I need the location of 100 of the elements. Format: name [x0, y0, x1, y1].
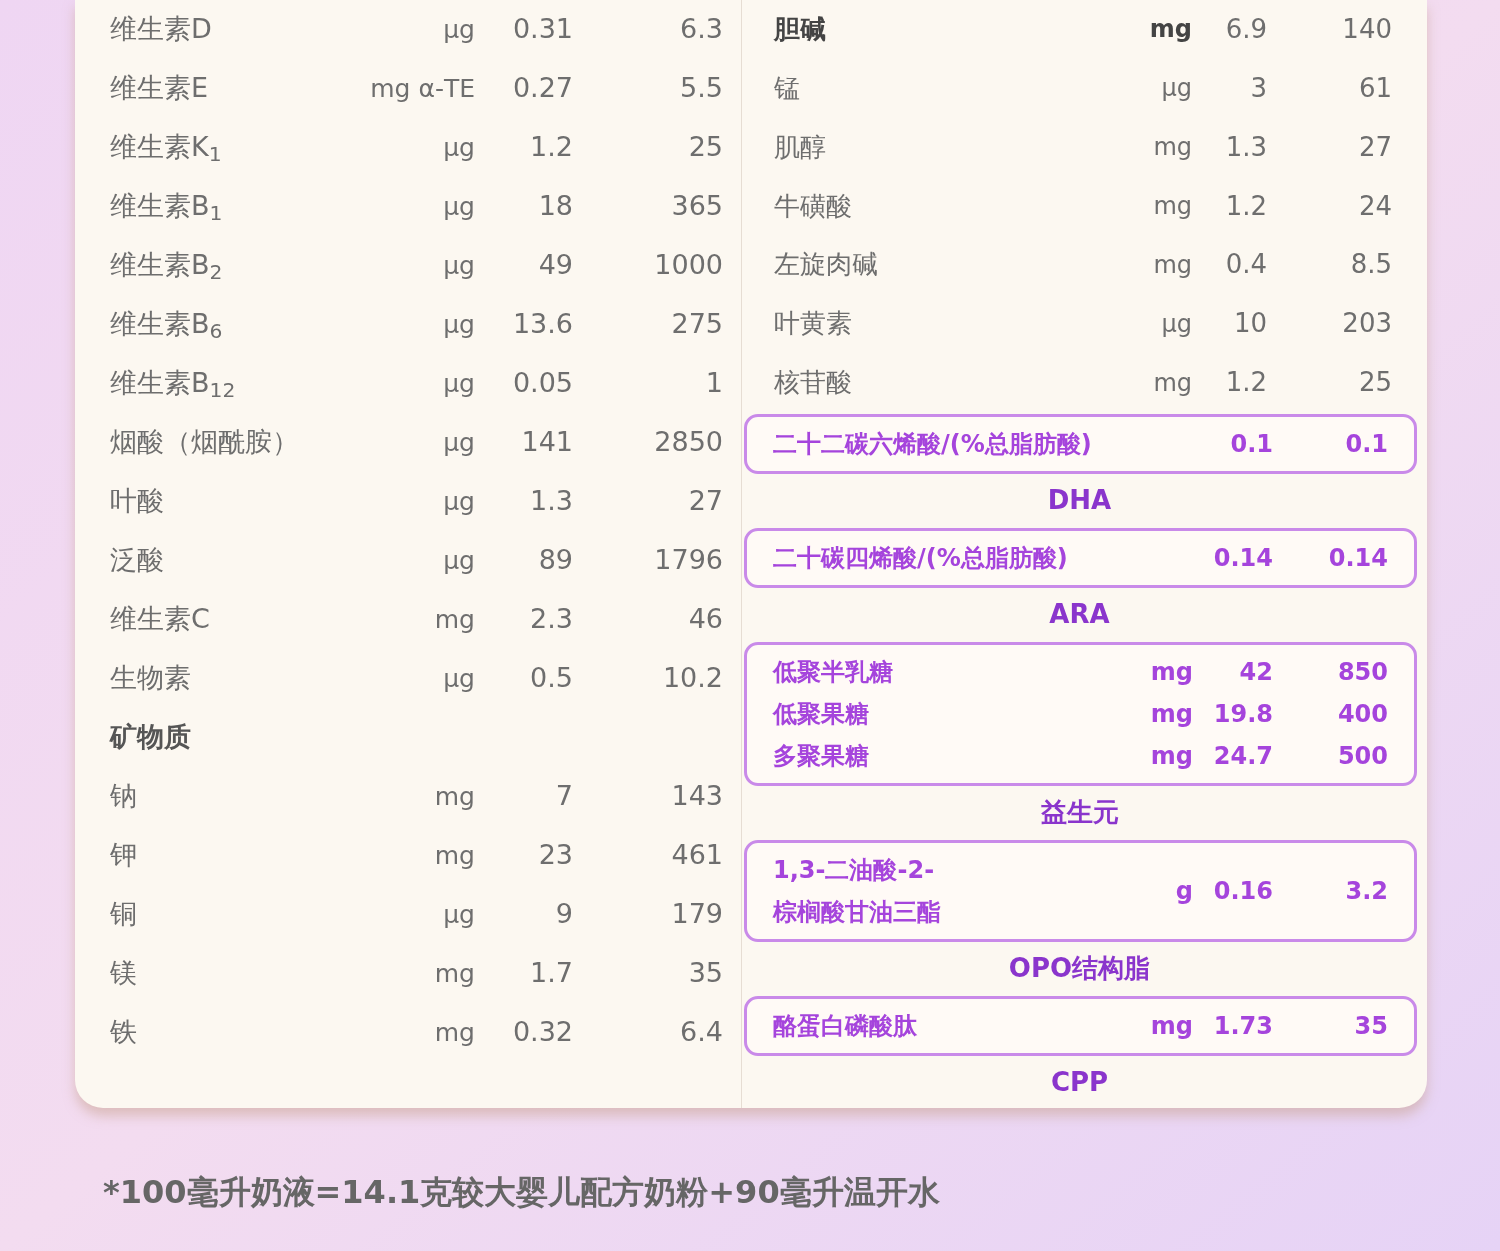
nutrient-name: 维生素B$_{1}$	[110, 189, 224, 227]
unit-cell-text: mg	[1149, 699, 1193, 730]
nutrient-name: 二十二碳六烯酸/(%总脂肪酸)	[773, 429, 1093, 460]
unit-cell-text: μg	[442, 426, 475, 459]
unit-cell-text: μg	[442, 367, 475, 400]
nutrient-name: 酪蛋白磷酸肽	[773, 1011, 918, 1042]
value-cell-text: 1.2	[529, 130, 573, 165]
value-cell-text: 2.3	[529, 602, 573, 637]
value-cell-text: 0.27	[511, 71, 573, 106]
value-cell-text: 0.16	[1212, 876, 1273, 907]
nutrient-name: 烟酸（烟酰胺）	[110, 425, 300, 460]
unit-cell-text: mg	[1152, 132, 1192, 164]
value-cell-text: 0.32	[511, 1015, 573, 1050]
nutrient-name: 维生素C	[110, 602, 211, 637]
unit-cell-text: μg	[1160, 308, 1192, 340]
value-cell-text: 3	[1249, 71, 1267, 105]
unit-cell-text: μg	[442, 662, 475, 695]
unit-cell-text: g	[1174, 876, 1193, 907]
value-cell-text: 1.3	[529, 484, 573, 519]
nutrient-name: 低聚果糖	[773, 699, 870, 730]
nutrient-name: 低聚半乳糖	[773, 657, 894, 688]
value-cell-text: 179	[670, 897, 723, 932]
value-cell-text: 0.5	[529, 661, 573, 696]
value-cell-text: 365	[670, 189, 723, 224]
value-cell-text: 1	[704, 366, 723, 401]
nutrient-name: 肌醇	[774, 130, 827, 164]
value-cell-text: 5.5	[679, 71, 723, 106]
unit-cell-text: mg	[1149, 1011, 1193, 1042]
value-cell-text: 24	[1357, 189, 1392, 223]
value-cell-text: 18	[537, 189, 573, 224]
value-cell-text: 9	[554, 897, 573, 932]
value-cell-text: 141	[520, 425, 573, 460]
value-cell-text: 49	[537, 248, 573, 283]
value-cell-text: 10	[1232, 307, 1267, 341]
value-cell-text: 0.14	[1212, 543, 1273, 574]
value-cell-text: 42	[1238, 657, 1273, 688]
value-cell-text: 7	[554, 779, 573, 814]
value-cell-text: 27	[687, 484, 723, 519]
value-cell-text: 275	[670, 307, 723, 342]
group-label: DHA	[1047, 483, 1112, 517]
nutrient-name: 牛磺酸	[774, 189, 853, 223]
unit-cell-text: μg	[442, 13, 475, 46]
value-cell-text: 1.2	[1224, 189, 1267, 223]
unit-cell-text: μg	[442, 308, 475, 341]
group-label: CPP	[1050, 1065, 1109, 1099]
value-cell-text: 143	[670, 779, 723, 814]
nutrient-name: 锰	[774, 71, 801, 105]
value-cell-text: 19.8	[1212, 699, 1273, 730]
value-cell-text: 6.4	[679, 1015, 723, 1050]
nutrient-name: 钠	[110, 779, 138, 814]
value-cell-text: 1.73	[1212, 1011, 1273, 1042]
nutrient-name: 维生素K$_{1}$	[110, 130, 223, 168]
value-cell-text: 0.4	[1224, 248, 1267, 282]
value-cell-text: 35	[687, 956, 723, 991]
value-cell-text: 25	[687, 130, 723, 165]
value-cell-text: 89	[537, 543, 573, 578]
nutrient-name: 维生素B$_{12}$	[110, 366, 237, 404]
footnote: *100毫升奶液=14.1克较大婴儿配方奶粉+90毫升温开水	[103, 1173, 940, 1211]
value-cell-text: 35	[1353, 1011, 1388, 1042]
unit-cell-text: mg	[433, 957, 475, 990]
nutrient-name: 左旋肉碱	[774, 248, 879, 282]
nutrient-name: 叶黄素	[774, 307, 853, 341]
unit-cell-text: μg	[442, 249, 475, 282]
unit-cell-text: mg	[433, 839, 475, 872]
unit-cell-text: μg	[442, 898, 475, 931]
value-cell-text: 46	[687, 602, 723, 637]
nutrient-name: 叶酸	[110, 484, 165, 519]
value-cell-text: 6.9	[1224, 12, 1267, 46]
nutrient-name: 镁	[110, 956, 138, 991]
unit-cell-text: mg	[1152, 367, 1192, 399]
unit-cell-text: mg	[1148, 14, 1192, 46]
value-cell-text: 27	[1357, 130, 1392, 164]
value-cell-text: 8.5	[1349, 248, 1392, 282]
value-cell-text: 400	[1336, 699, 1388, 730]
value-cell-text: 500	[1336, 741, 1388, 772]
nutrient-name: 多聚果糖	[773, 741, 870, 772]
value-cell-text: 1000	[653, 248, 723, 283]
value-cell-text: 23	[537, 838, 573, 873]
unit-cell-text: mg	[433, 780, 475, 813]
value-cell-text: 0.14	[1327, 543, 1388, 574]
nutrient-name: 维生素B$_{6}$	[110, 307, 224, 345]
nutrient-name: 维生素D	[110, 12, 213, 47]
unit-cell-text: mg α-TE	[369, 72, 475, 105]
value-cell-text: 1.3	[1224, 130, 1267, 164]
unit-cell-text: mg	[1149, 741, 1193, 772]
value-cell-text: 24.7	[1212, 741, 1273, 772]
unit-cell-text: mg	[1152, 191, 1192, 222]
nutrient-name: 核苷酸	[774, 366, 853, 400]
unit-cell-text: μg	[1160, 73, 1192, 105]
value-cell-text: 461	[670, 838, 723, 873]
unit-cell-text: mg	[1149, 657, 1193, 688]
value-cell-text: 2850	[653, 425, 723, 460]
unit-cell-text: μg	[442, 544, 475, 577]
value-cell-text: 0.1	[1344, 429, 1388, 460]
nutrient-name: 生物素	[110, 661, 192, 696]
group-label: OPO结构脂	[1008, 951, 1151, 985]
value-cell-text: 1.7	[529, 956, 573, 991]
section-heading: 矿物质	[110, 720, 191, 755]
group-label: 益生元	[1040, 795, 1119, 829]
value-cell-text: 0.31	[511, 12, 573, 47]
